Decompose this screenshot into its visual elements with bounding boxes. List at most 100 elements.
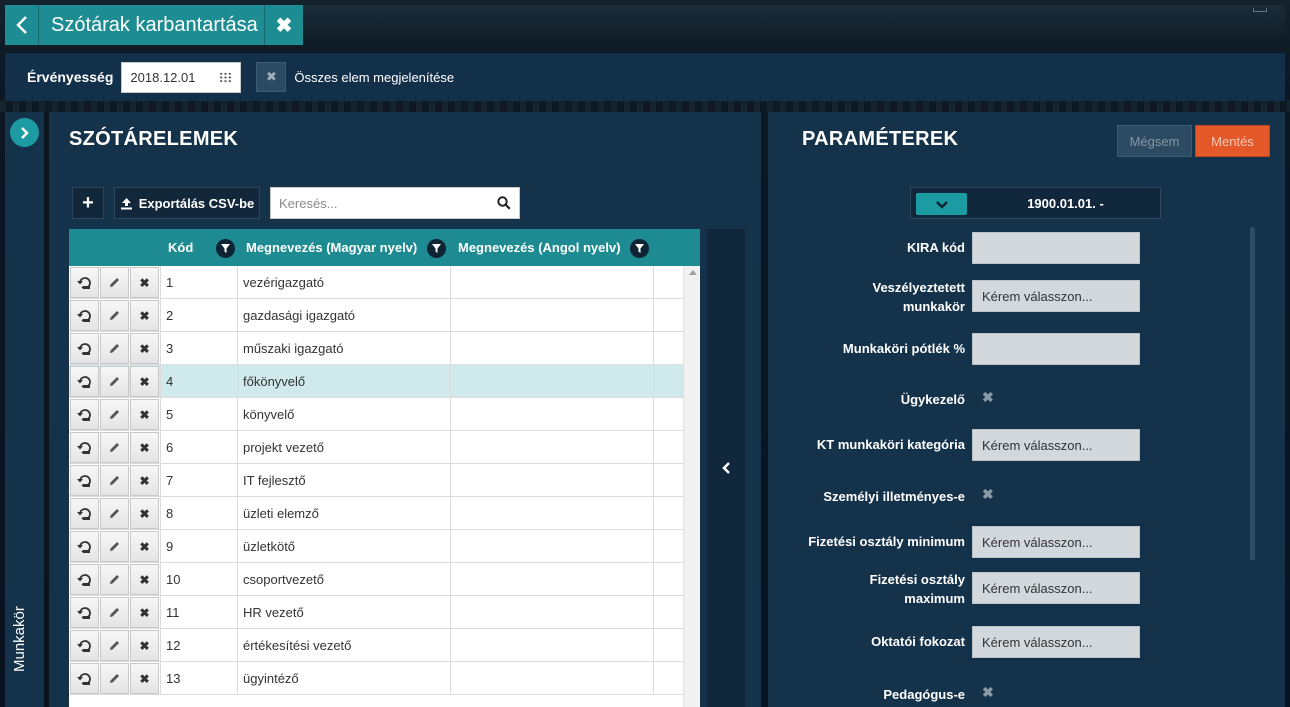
- cell-filler: [653, 530, 683, 563]
- text-field[interactable]: [972, 333, 1140, 365]
- history-button[interactable]: [70, 465, 99, 496]
- cell-filler: [653, 299, 683, 332]
- delete-button[interactable]: ✖: [130, 630, 159, 661]
- show-all-toggle[interactable]: ✖: [256, 62, 287, 92]
- table-row[interactable]: ✖ 13 ügyintéző: [69, 662, 683, 695]
- edit-button[interactable]: [100, 465, 129, 496]
- history-button[interactable]: [70, 630, 99, 661]
- edit-button[interactable]: [100, 597, 129, 628]
- back-button[interactable]: [5, 5, 39, 45]
- filter-icon[interactable]: [216, 239, 235, 258]
- filter-icon[interactable]: [630, 239, 649, 258]
- close-button[interactable]: ✖: [265, 5, 303, 45]
- search-field[interactable]: [270, 187, 520, 219]
- scroll-up-icon[interactable]: [689, 270, 697, 275]
- delete-button[interactable]: ✖: [130, 564, 159, 595]
- table-row[interactable]: ✖ 7 IT fejlesztő: [69, 464, 683, 497]
- export-csv-button[interactable]: Exportálás CSV-be: [114, 187, 260, 219]
- table-row[interactable]: ✖ 5 könyvelő: [69, 398, 683, 431]
- side-tab-label[interactable]: Munkakör: [11, 606, 28, 672]
- history-button[interactable]: [70, 531, 99, 562]
- select-field[interactable]: Kérem válasszon...: [972, 526, 1140, 558]
- validity-date-field[interactable]: 2018.12.01: [121, 61, 242, 93]
- select-field[interactable]: Kérem válasszon...: [972, 429, 1140, 461]
- history-button[interactable]: [70, 399, 99, 430]
- checkbox-toggle[interactable]: ✖: [982, 684, 994, 701]
- delete-button[interactable]: ✖: [130, 531, 159, 562]
- collapse-panel-button[interactable]: [707, 229, 745, 707]
- column-header-en[interactable]: Megnevezés (Angol nyelv): [458, 229, 621, 266]
- history-button[interactable]: [70, 564, 99, 595]
- history-button[interactable]: [70, 267, 99, 298]
- upload-icon: [120, 197, 132, 209]
- table-row[interactable]: ✖ 4 főkönyvelő: [69, 365, 683, 398]
- edit-button[interactable]: [100, 432, 129, 463]
- table-row[interactable]: ✖ 3 műszaki igazgató: [69, 332, 683, 365]
- select-field[interactable]: Kérem válasszon...: [972, 280, 1140, 312]
- edit-button[interactable]: [100, 399, 129, 430]
- history-button[interactable]: [70, 432, 99, 463]
- delete-button[interactable]: ✖: [130, 498, 159, 529]
- history-button[interactable]: [70, 663, 99, 694]
- close-icon: ✖: [139, 440, 150, 455]
- cell-name-en: [450, 662, 653, 695]
- edit-button[interactable]: [100, 531, 129, 562]
- history-button[interactable]: [70, 498, 99, 529]
- cell-kod: 2: [160, 299, 237, 332]
- version-toggle-button[interactable]: [916, 193, 967, 215]
- cancel-button[interactable]: Mégsem: [1117, 125, 1192, 157]
- history-button[interactable]: [70, 333, 99, 364]
- table-row[interactable]: ✖ 11 HR vezető: [69, 596, 683, 629]
- edit-button[interactable]: [100, 498, 129, 529]
- edit-button[interactable]: [100, 630, 129, 661]
- checkbox-toggle[interactable]: ✖: [982, 486, 994, 503]
- table-row[interactable]: ✖ 8 üzleti elemző: [69, 497, 683, 530]
- column-header-kod[interactable]: Kód: [168, 229, 193, 266]
- edit-button[interactable]: [100, 366, 129, 397]
- cell-filler: [653, 332, 683, 365]
- text-field[interactable]: [972, 232, 1140, 264]
- delete-button[interactable]: ✖: [130, 597, 159, 628]
- calendar-icon[interactable]: [219, 71, 233, 83]
- edit-button[interactable]: [100, 333, 129, 364]
- delete-button[interactable]: ✖: [130, 465, 159, 496]
- cell-name-en: [450, 464, 653, 497]
- cell-name-en: [450, 266, 653, 299]
- field-label: Ügykezelő: [900, 392, 965, 407]
- table-row[interactable]: ✖ 10 csoportvezető: [69, 563, 683, 596]
- select-field[interactable]: Kérem válasszon...: [972, 572, 1140, 604]
- select-field[interactable]: Kérem válasszon...: [972, 626, 1140, 658]
- edit-button[interactable]: [100, 564, 129, 595]
- filter-icon[interactable]: [427, 239, 446, 258]
- search-icon[interactable]: [497, 196, 511, 210]
- cell-name-en: [450, 530, 653, 563]
- delete-button[interactable]: ✖: [130, 333, 159, 364]
- edit-button[interactable]: [100, 663, 129, 694]
- delete-button[interactable]: ✖: [130, 366, 159, 397]
- cell-name-hu: főkönyvelő: [237, 365, 450, 398]
- cell-name-hu: könyvelő: [237, 398, 450, 431]
- form-scrollbar[interactable]: [1250, 227, 1255, 560]
- search-input[interactable]: [279, 195, 497, 211]
- delete-button[interactable]: ✖: [130, 432, 159, 463]
- table-row[interactable]: ✖ 6 projekt vezető: [69, 431, 683, 464]
- save-button[interactable]: Mentés: [1195, 125, 1270, 157]
- table-row[interactable]: ✖ 1 vezérigazgató: [69, 266, 683, 299]
- table-scrollbar[interactable]: [683, 266, 700, 707]
- history-button[interactable]: [70, 366, 99, 397]
- edit-button[interactable]: [100, 267, 129, 298]
- expand-side-button[interactable]: [10, 118, 39, 147]
- table-row[interactable]: ✖ 12 értékesítési vezető: [69, 629, 683, 662]
- delete-button[interactable]: ✖: [130, 399, 159, 430]
- table-row[interactable]: ✖ 2 gazdasági igazgató: [69, 299, 683, 332]
- add-button[interactable]: +: [72, 187, 104, 219]
- delete-button[interactable]: ✖: [130, 267, 159, 298]
- history-button[interactable]: [70, 597, 99, 628]
- delete-button[interactable]: ✖: [130, 300, 159, 331]
- edit-button[interactable]: [100, 300, 129, 331]
- delete-button[interactable]: ✖: [130, 663, 159, 694]
- history-button[interactable]: [70, 300, 99, 331]
- column-header-hu[interactable]: Megnevezés (Magyar nyelv): [246, 229, 417, 266]
- checkbox-toggle[interactable]: ✖: [982, 389, 994, 406]
- table-row[interactable]: ✖ 9 üzletkötő: [69, 530, 683, 563]
